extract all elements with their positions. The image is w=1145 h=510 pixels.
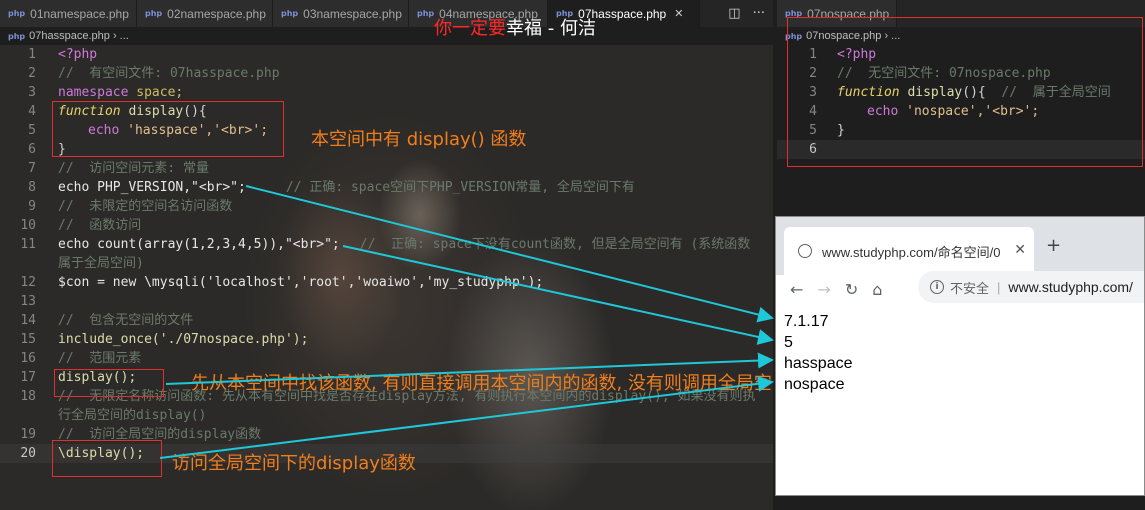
code-line: 2// 无空间文件: 07nospace.php <box>809 66 1051 81</box>
code-line: 1 <?php <box>809 47 877 62</box>
browser-tab[interactable]: www.studyphp.com/命名空间/0 ✕ <box>784 227 1034 275</box>
breadcrumb[interactable]: php 07hasspace.php › ... <box>0 27 773 45</box>
php-file-icon: php <box>785 9 803 18</box>
split-editor-icon[interactable]: ◫ <box>728 6 740 21</box>
code-line: 15 include_once('./07nospace.php'); <box>20 332 309 347</box>
tab-07nospace[interactable]: php 07nospace.php <box>777 0 897 27</box>
info-icon[interactable]: i <box>930 280 944 294</box>
code-line: 8 echo PHP_VERSION,"<br>";// 正确: space空间下… <box>28 180 635 195</box>
globe-icon <box>798 244 812 258</box>
more-actions-icon[interactable]: ··· <box>753 6 765 21</box>
code-line: 14// 包含无空间的文件 <box>20 313 194 328</box>
php-file-icon: php <box>785 31 803 41</box>
code-line: 3 namespace space; <box>28 85 184 100</box>
code-line: 2// 有空间文件: 07hasspace.php <box>28 66 280 81</box>
home-icon[interactable]: ⌂ <box>872 280 882 299</box>
code-line: 19// 访问全局空间的display函数 <box>20 427 262 442</box>
code-area-right[interactable]: 1 <?php 2// 无空间文件: 07nospace.php 3 functio… <box>777 45 1145 159</box>
address-bar[interactable]: i 不安全 | www.studyphp.com/ <box>918 271 1144 303</box>
code-line: 11 echo count(array(1,2,3,4,5)),"<br>";//… <box>20 237 751 271</box>
right-tab-bar: php 07nospace.php <box>777 0 1145 27</box>
code-line: 1 <?php <box>28 47 98 62</box>
annotation-lookup-rule: 先从本空间中找该函数, 有则直接调用本空间内的函数, 没有则调用全局空间的函数 <box>191 373 773 394</box>
code-line: 13 <box>20 294 36 309</box>
code-line-current: 6 <box>777 140 1145 159</box>
php-file-icon: php <box>145 9 163 18</box>
code-line: 9// 未限定的空间名访问函数 <box>28 199 233 214</box>
page-output: 7.1.17 5 hasspace nospace <box>784 311 853 395</box>
left-tab-bar: php 01namespace.php php 02namespace.php ph… <box>0 0 773 27</box>
breadcrumb-right[interactable]: php 07nospace.php › ... <box>777 27 1145 45</box>
music-title-overlay: 你一定要幸福 - 何洁 <box>434 18 596 39</box>
code-line: 4 echo 'nospace','<br>'; <box>809 104 1040 119</box>
reload-icon[interactable]: ↻ <box>845 280 858 299</box>
output-line: hasspace <box>784 355 853 372</box>
code-area[interactable]: 1 <?php 2// 有空间文件: 07hasspace.php 3 namesp… <box>0 45 773 463</box>
new-tab-icon[interactable]: + <box>1046 235 1061 256</box>
editor-actions: ◫ ··· <box>728 0 765 27</box>
code-line: 12 $con = new \mysqli('localhost','root',… <box>20 275 544 290</box>
code-line: 4 function display(){ <box>28 104 207 119</box>
back-icon[interactable]: ← <box>790 280 803 299</box>
annotation-global-display: 访问全局空间下的display函数 <box>172 453 416 474</box>
code-line: 3 function display(){ // 属于全局空间 <box>809 85 1111 100</box>
browser-tab-strip: www.studyphp.com/命名空间/0 ✕ + <box>776 217 1144 275</box>
output-line: 7.1.17 <box>784 313 829 330</box>
output-line: 5 <box>784 334 793 351</box>
tab-02namespace[interactable]: php 02namespace.php <box>137 0 273 27</box>
annotation-has-display: 本空间中有 display() 函数 <box>311 129 527 150</box>
code-line: 16// 范围元素 <box>20 351 142 366</box>
browser-window: www.studyphp.com/命名空间/0 ✕ + ← → ↻ ⌂ i 不安… <box>775 216 1145 496</box>
tab-01namespace[interactable]: php 01namespace.php <box>0 0 137 27</box>
close-icon[interactable]: ✕ <box>1014 242 1026 258</box>
php-file-icon: php <box>8 31 26 41</box>
php-file-icon: php <box>417 9 435 18</box>
php-file-icon: php <box>8 9 26 18</box>
close-icon[interactable]: ✕ <box>674 7 683 20</box>
output-line: nospace <box>784 376 845 393</box>
code-line: 5} <box>809 123 845 138</box>
left-editor-pane: php 01namespace.php php 02namespace.php ph… <box>0 0 773 510</box>
right-editor-pane: php 07nospace.php php 07nospace.php › ... … <box>777 0 1145 215</box>
code-line: 7// 访问空间元素: 常量 <box>28 161 209 176</box>
forward-icon[interactable]: → <box>817 280 830 299</box>
code-line: 10// 函数访问 <box>20 218 142 233</box>
php-file-icon: php <box>281 9 299 18</box>
tab-03namespace[interactable]: php 03namespace.php <box>273 0 409 27</box>
